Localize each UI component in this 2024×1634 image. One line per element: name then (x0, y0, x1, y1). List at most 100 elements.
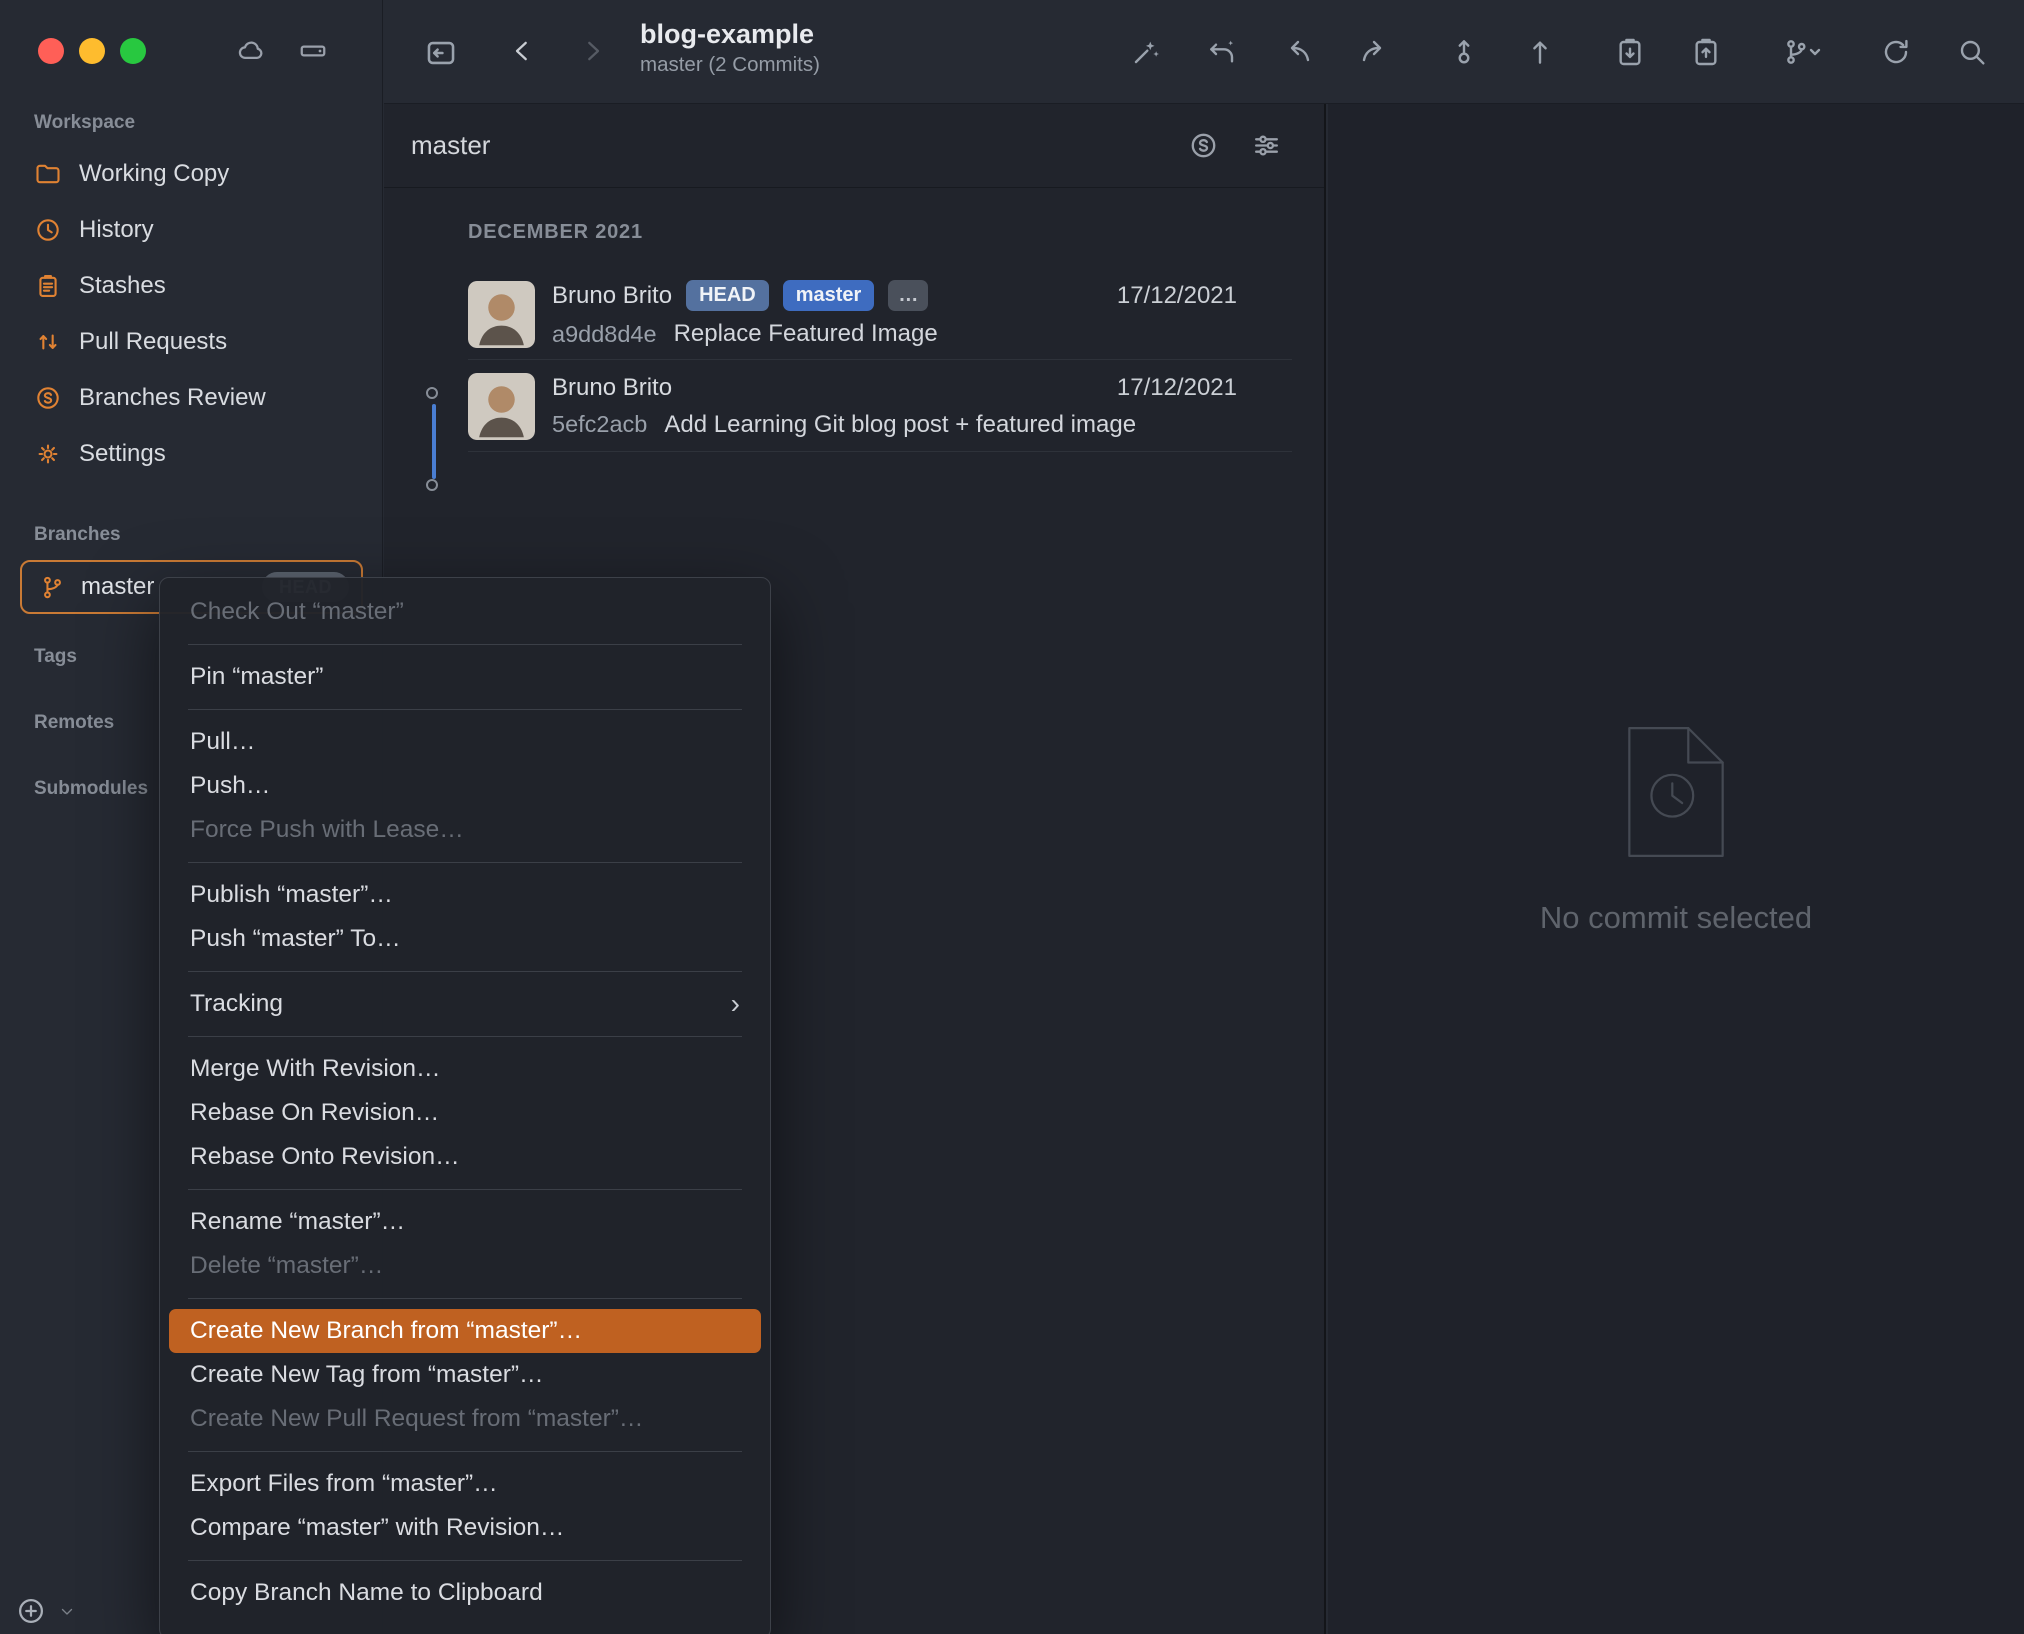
commit-date: 17/12/2021 (1116, 282, 1237, 309)
sidebar-item-stashes[interactable]: Stashes (0, 258, 382, 314)
menu-item-create-tag[interactable]: Create New Tag from “master”… (160, 1353, 770, 1397)
sidebar-item-label: Settings (79, 440, 166, 467)
menu-item-force-push: Force Push with Lease… (190, 816, 464, 843)
branch-icon (44, 576, 61, 598)
menu-separator (188, 1560, 742, 1561)
menu-separator (188, 1189, 742, 1190)
quick-actions-button[interactable] (1130, 36, 1162, 68)
toolbar-actions (1130, 0, 1988, 103)
menu-item-compare[interactable]: Compare “master” with Revision… (160, 1506, 770, 1550)
branch-chevron-icon (1787, 39, 1821, 64)
menu-item-push-to[interactable]: Push “master” To… (160, 917, 770, 961)
branch-context-menu: Check Out “master” Pin “master” Pull… Pu… (159, 577, 771, 1634)
commit-list: DECEMBER 2021 Bruno Brito HEAD master … … (384, 188, 1324, 452)
window-controls (38, 38, 146, 64)
sidebar-item-settings[interactable]: Settings (0, 426, 382, 482)
minimize-window-button[interactable] (79, 38, 105, 64)
document-history-icon (1628, 727, 1724, 857)
push-button[interactable] (1524, 36, 1556, 68)
clipboard-icon (39, 275, 57, 297)
undo-button[interactable] (1206, 36, 1238, 68)
chevron-left-icon (515, 41, 527, 61)
back-button[interactable] (507, 36, 537, 66)
menu-item-pin[interactable]: Pin “master” (160, 655, 770, 699)
commit-group-header: DECEMBER 2021 (468, 221, 643, 243)
menu-item-export-files[interactable]: Export Files from “master”… (160, 1462, 770, 1506)
commit-hash: 5efc2acb (552, 411, 648, 437)
menu-item-delete: Delete “master”… (190, 1252, 384, 1279)
sidebar-item-label: Stashes (79, 272, 166, 299)
commit-row[interactable]: Bruno Brito HEAD master … a9dd8d4e Repla… (384, 268, 1324, 360)
branches-section-header: Branches (34, 524, 121, 545)
toggle-sidebar-button[interactable] (424, 36, 458, 70)
commit-author: Bruno Brito (552, 281, 673, 309)
commit-graph-node (426, 387, 438, 399)
menu-separator (188, 644, 742, 645)
pull-button[interactable] (1448, 36, 1480, 68)
chevron-down-icon[interactable] (58, 1602, 76, 1620)
branch-name: master (81, 573, 155, 600)
menu-item-push[interactable]: Push… (160, 764, 770, 808)
filter-icons (1188, 130, 1282, 161)
head-badge: HEAD (686, 280, 769, 311)
undo-icon (1210, 40, 1234, 63)
workflow-dropdown-button[interactable] (1780, 36, 1822, 68)
commit-message: Replace Featured Image (673, 320, 938, 347)
commit-avatar (468, 372, 535, 440)
commit-date: 17/12/2021 (1116, 374, 1237, 401)
commit-detail-panel: No commit selected (1328, 104, 2024, 1634)
titlebar-service-icons (236, 36, 328, 66)
menu-item-tracking[interactable]: Tracking › (160, 982, 770, 1026)
cloud-icon[interactable] (236, 36, 266, 66)
apply-stash-button[interactable] (1690, 36, 1722, 68)
menu-item-check-out: Check Out “master” (190, 598, 404, 625)
menu-item-merge[interactable]: Merge With Revision… (160, 1047, 770, 1091)
menu-item-pull[interactable]: Pull… (160, 720, 770, 764)
sidebar-item-label: Pull Requests (79, 328, 228, 355)
pull-request-icon (39, 334, 57, 350)
close-window-button[interactable] (38, 38, 64, 64)
sidebar-item-label: Working Copy (79, 160, 230, 187)
add-repository-button[interactable] (16, 1596, 46, 1626)
search-button[interactable] (1956, 36, 1988, 68)
compare-icon[interactable] (1188, 130, 1219, 161)
commit-author: Bruno Brito (552, 373, 673, 401)
filter-sliders-icon[interactable] (1251, 130, 1282, 161)
gear-icon (38, 444, 58, 464)
discard-button[interactable] (1282, 36, 1314, 68)
commit-text: Bruno Brito 5efc2acb Add Learning Git bl… (552, 374, 1136, 439)
menu-separator (188, 1036, 742, 1037)
submenu-chevron-icon: › (730, 988, 740, 1019)
menu-item-rebase-on[interactable]: Rebase On Revision… (160, 1091, 770, 1135)
commit-text: Bruno Brito HEAD master … a9dd8d4e Repla… (552, 280, 938, 348)
sidebar-item-branches-review[interactable]: Branches Review (0, 370, 382, 426)
redo-button[interactable] (1358, 36, 1390, 68)
zoom-window-button[interactable] (120, 38, 146, 64)
arrow-up-icon (1533, 40, 1547, 64)
curved-arrow-left-icon (1290, 40, 1310, 61)
menu-item-rebase-onto[interactable]: Rebase Onto Revision… (160, 1135, 770, 1179)
history-clock-icon (37, 219, 59, 241)
menu-item-rename[interactable]: Rename “master”… (160, 1200, 770, 1244)
more-refs-badge[interactable]: … (888, 280, 929, 311)
toolbar: blog-example master (2 Commits) (384, 0, 2024, 104)
sidebar-item-history[interactable]: History (0, 202, 382, 258)
sidebar-item-label: Branches Review (79, 384, 266, 411)
search-icon (1960, 40, 1985, 65)
sidebar-item-pull-requests[interactable]: Pull Requests (0, 314, 382, 370)
menu-item-copy-branch-name[interactable]: Copy Branch Name to Clipboard (160, 1571, 770, 1615)
workspace-section-header: Workspace (34, 112, 136, 133)
menu-separator (188, 1298, 742, 1299)
sidebar-item-working-copy[interactable]: Working Copy (0, 146, 382, 202)
stash-button[interactable] (1614, 36, 1646, 68)
drive-icon[interactable] (298, 36, 328, 66)
branch-badge: master (782, 280, 875, 311)
menu-item-create-branch[interactable]: Create New Branch from “master”… (169, 1309, 761, 1353)
repository-subtitle: master (2 Commits) (640, 53, 820, 76)
commit-row[interactable]: Bruno Brito 5efc2acb Add Learning Git bl… (384, 360, 1324, 452)
refresh-button[interactable] (1880, 36, 1912, 68)
commit-graph-node (426, 479, 438, 491)
menu-separator (188, 709, 742, 710)
menu-item-publish[interactable]: Publish “master”… (160, 873, 770, 917)
menu-separator (188, 1451, 742, 1452)
